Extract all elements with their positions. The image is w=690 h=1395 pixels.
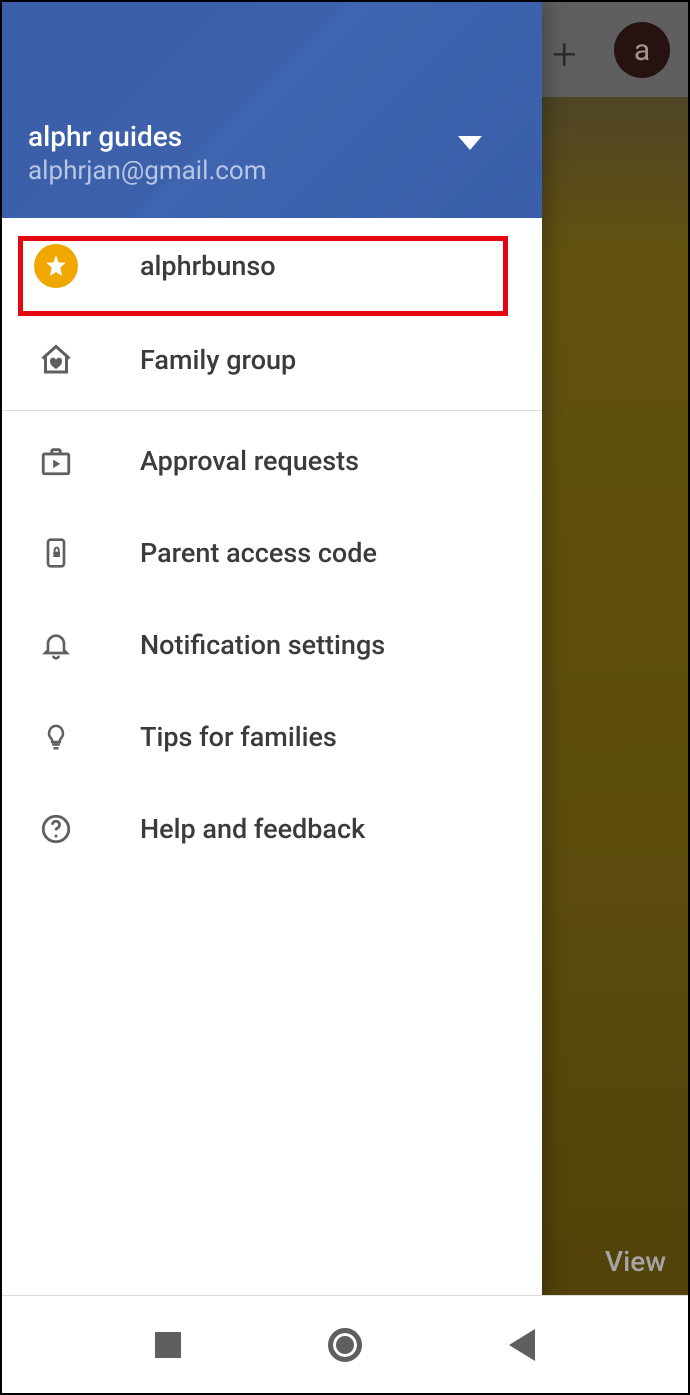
- account-dropdown-icon[interactable]: [458, 136, 482, 150]
- menu-item-approval-requests[interactable]: Approval requests: [2, 415, 542, 507]
- drawer-header[interactable]: alphr guides alphrjan@gmail.com: [2, 2, 542, 218]
- menu-item-label: Help and feedback: [140, 813, 365, 845]
- menu-item-child-profile[interactable]: alphrbunso: [2, 218, 542, 314]
- menu-item-label: alphrbunso: [140, 250, 276, 282]
- menu-item-label: Notification settings: [140, 629, 385, 661]
- menu-item-label: Family group: [140, 344, 296, 376]
- menu-item-label: Tips for families: [140, 721, 337, 753]
- drawer-menu: alphrbunso Family group: [2, 218, 542, 1298]
- child-avatar-icon: [34, 244, 78, 288]
- menu-item-label: Approval requests: [140, 445, 359, 477]
- help-icon: [34, 812, 78, 846]
- menu-item-help-feedback[interactable]: Help and feedback: [2, 783, 542, 875]
- add-icon[interactable]: +: [552, 28, 577, 80]
- view-button[interactable]: View: [605, 1245, 666, 1278]
- lightbulb-icon: [34, 719, 78, 755]
- menu-item-label: Parent access code: [140, 537, 377, 569]
- recent-apps-button[interactable]: [155, 1332, 181, 1358]
- screen-frame: + a View alphr guides alphrjan@gmail.com…: [0, 0, 690, 1395]
- menu-item-notification-settings[interactable]: Notification settings: [2, 599, 542, 691]
- home-button[interactable]: [328, 1328, 362, 1362]
- system-navigation-bar: [2, 1295, 688, 1393]
- phone-lock-icon: [34, 535, 78, 571]
- account-email: alphrjan@gmail.com: [28, 156, 267, 186]
- back-button[interactable]: [509, 1329, 535, 1361]
- avatar-letter: a: [634, 33, 650, 68]
- briefcase-play-icon: [34, 444, 78, 478]
- menu-item-parent-access-code[interactable]: Parent access code: [2, 507, 542, 599]
- home-heart-icon: [34, 342, 78, 378]
- navigation-drawer: alphr guides alphrjan@gmail.com alphrbun…: [2, 2, 542, 1298]
- bell-icon: [34, 628, 78, 662]
- menu-item-tips-for-families[interactable]: Tips for families: [2, 691, 542, 783]
- account-avatar[interactable]: a: [614, 22, 670, 78]
- menu-item-family-group[interactable]: Family group: [2, 314, 542, 406]
- menu-divider: [2, 410, 542, 411]
- account-name: alphr guides: [28, 119, 267, 154]
